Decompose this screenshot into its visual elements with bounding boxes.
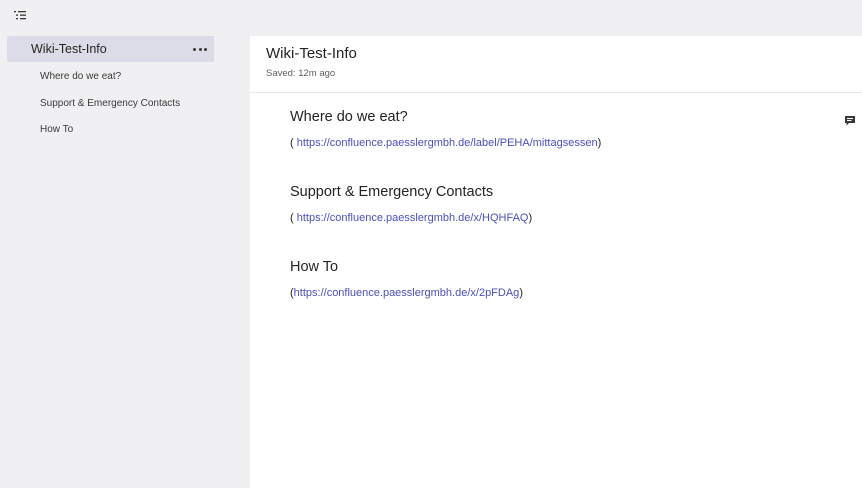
section-link-line: ( https://confluence.paesslergmbh.de/lab… <box>290 137 601 149</box>
page-content: Wiki-Test-Info Saved: 12m ago Where do w… <box>250 36 862 488</box>
section-link-line: ( https://confluence.paesslergmbh.de/x/H… <box>290 212 532 224</box>
confluence-link[interactable]: https://confluence.paesslergmbh.de/label… <box>297 137 598 149</box>
section-heading-support-emergency-contacts: Support & Emergency Contacts <box>290 184 494 200</box>
confluence-link[interactable]: https://confluence.paesslergmbh.de/x/HQH… <box>297 212 529 224</box>
link-prefix: ( <box>290 212 297 224</box>
saved-status: Saved: 12m ago <box>266 68 336 79</box>
table-of-contents-icon[interactable] <box>13 9 27 21</box>
sidebar-item-wiki-test-info[interactable]: Wiki-Test-Info <box>7 36 214 62</box>
comment-icon[interactable] <box>844 114 856 126</box>
section-heading-how-to: How To <box>290 259 339 275</box>
link-prefix: ( <box>290 137 297 149</box>
sidebar-item-how-to[interactable]: How To <box>7 116 214 142</box>
confluence-link[interactable]: https://confluence.paesslergmbh.de/x/2pF… <box>294 287 520 299</box>
page-title[interactable]: Wiki-Test-Info <box>266 45 357 62</box>
sidebar-item-support-emergency-contacts[interactable]: Support & Emergency Contacts <box>7 90 214 116</box>
sidebar-item-label: Support & Emergency Contacts <box>40 97 181 109</box>
link-suffix: ) <box>528 212 533 224</box>
section-heading-where-do-we-eat: Where do we eat? <box>290 109 408 125</box>
sidebar-item-label: Where do we eat? <box>40 70 122 82</box>
top-bar <box>0 0 862 32</box>
sidebar-item-label: How To <box>40 123 74 135</box>
sidebar-item-label: Wiki-Test-Info <box>31 42 107 56</box>
page-navigation-sidebar: Wiki-Test-Info Where do we eat? Support … <box>0 32 250 488</box>
page-header: Wiki-Test-Info Saved: 12m ago <box>250 36 862 93</box>
sidebar-item-where-do-we-eat[interactable]: Where do we eat? <box>7 63 214 89</box>
link-suffix: ) <box>519 287 523 299</box>
section-link-line: (https://confluence.paesslergmbh.de/x/2p… <box>290 287 523 299</box>
link-suffix: ) <box>597 137 602 149</box>
ellipsis-icon[interactable] <box>193 43 207 55</box>
